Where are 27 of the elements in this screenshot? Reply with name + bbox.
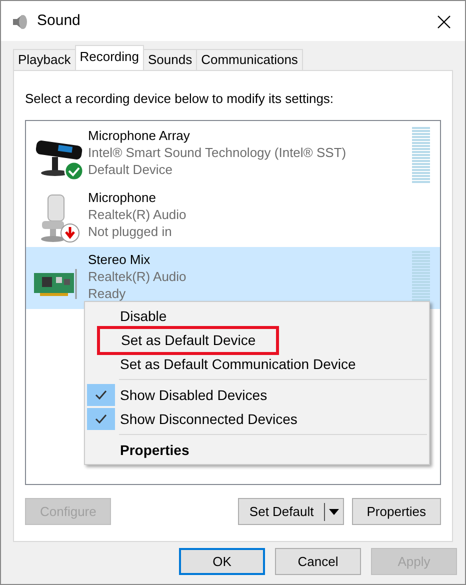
device-driver: Intel® Smart Sound Technology (Intel® SST) bbox=[88, 144, 348, 160]
menu-item[interactable]: Set as Default Communication Device bbox=[120, 354, 356, 374]
instruction-text: Select a recording device below to modify its settings: bbox=[25, 90, 335, 108]
device-row[interactable]: Microphone Realtek(R) Audio Not plugged in bbox=[26, 184, 440, 246]
device-status: Ready bbox=[88, 284, 127, 302]
device-name: Microphone Array bbox=[88, 126, 191, 144]
device-name: Stereo Mix bbox=[88, 250, 152, 268]
menu-item[interactable]: Show Disabled Devices bbox=[120, 384, 268, 406]
device-status: Not plugged in bbox=[88, 222, 173, 240]
dialog-button[interactable]: OK bbox=[179, 548, 265, 575]
window-title: Sound bbox=[37, 10, 82, 31]
menu-item[interactable]: Show Disconnected Devices bbox=[120, 408, 298, 430]
split-button[interactable]: Set Default bbox=[238, 498, 344, 525]
device-name: Microphone bbox=[88, 188, 157, 206]
device-row[interactable]: Microphone Array Intel® Smart Sound Technology (Intel® SST) Default Device bbox=[26, 122, 440, 184]
device-status: Default Device bbox=[88, 160, 174, 178]
tab[interactable]: Playback bbox=[13, 49, 76, 70]
device-row[interactable]: Stereo Mix Realtek(R) Audio Ready bbox=[26, 246, 440, 308]
properties-button[interactable]: Properties bbox=[352, 498, 441, 525]
tab[interactable]: Recording bbox=[74, 45, 144, 70]
menu-item[interactable]: Disable bbox=[120, 306, 167, 326]
menu-item[interactable]: Properties bbox=[120, 440, 190, 460]
dialog-button[interactable]: Cancel bbox=[275, 548, 361, 575]
tab[interactable]: Communications bbox=[196, 49, 303, 70]
device-driver: Realtek(R) Audio bbox=[88, 206, 188, 222]
menu-item[interactable]: Set as Default Device bbox=[100, 328, 276, 352]
device-driver: Realtek(R) Audio bbox=[88, 268, 188, 284]
